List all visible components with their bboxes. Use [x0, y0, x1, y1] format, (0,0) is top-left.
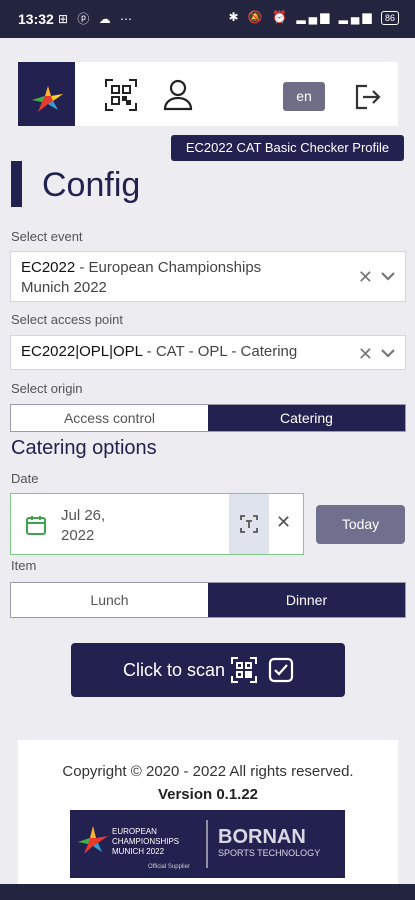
scan-button-label: Click to scan — [123, 660, 226, 680]
qr-code-icon[interactable] — [104, 78, 138, 112]
date-line1: Jul 26, — [61, 507, 106, 524]
date-value: Jul 26, 2022 — [61, 506, 105, 546]
event-select[interactable]: EC2022 - European Championships Munich 2… — [10, 251, 406, 302]
chevron-down-icon[interactable] — [379, 344, 397, 362]
version-text: Version 0.1.22 — [157, 786, 259, 803]
calendar-icon[interactable] — [25, 514, 47, 536]
system-nav-bar — [0, 884, 415, 900]
status-time: 13:32 — [18, 11, 54, 27]
date-label: Date — [11, 471, 39, 486]
sponsor-right-text: BORNAN — [218, 826, 306, 848]
page-title: Config — [42, 166, 141, 204]
date-field[interactable]: Jul 26, 2022 ✕ — [10, 493, 304, 555]
sponsor-left-text: EUROPEAN CHAMPIONSHIPS MUNICH 2022 — [112, 827, 180, 856]
item-dinner[interactable]: Dinner — [208, 583, 405, 617]
battery-icon: 86 — [380, 11, 399, 25]
origin-access-control[interactable]: Access control — [11, 405, 208, 431]
scan-frame-icon[interactable] — [229, 494, 269, 554]
access-point-code: EC2022|OPL|OPL — [21, 343, 143, 360]
chevron-down-icon[interactable] — [379, 267, 397, 285]
event-label: Select event — [11, 229, 83, 244]
status-bar: 13:32 ⊞ ⓟ ☁ ⋯ ✱ 🔕 ⏰ ▂▄▆ ▂▄▆ 86 — [0, 0, 415, 38]
event-name-line2: Munich 2022 — [21, 279, 107, 296]
event-value: EC2022 - European Championships Munich 2… — [21, 258, 261, 298]
language-button[interactable]: en — [283, 82, 325, 111]
copyright-text: Copyright © 2020 - 2022 All rights reser… — [62, 763, 354, 780]
origin-label: Select origin — [11, 381, 83, 396]
sponsor-tag: Official Supplier — [148, 864, 190, 870]
title-accent-bar — [11, 161, 22, 207]
clear-icon[interactable]: ✕ — [276, 512, 291, 533]
date-line2: 2022 — [61, 527, 95, 544]
event-code: EC2022 — [21, 259, 76, 276]
event-name: - European Championships — [75, 259, 262, 276]
qr-code-icon — [230, 656, 258, 684]
access-point-name: - CAT - OPL - Catering — [142, 343, 298, 360]
item-lunch[interactable]: Lunch — [11, 583, 208, 617]
footer: Copyright © 2020 - 2022 All rights reser… — [18, 740, 398, 890]
item-toggle: Lunch Dinner — [10, 582, 406, 618]
catering-options-title: Catering options — [11, 437, 157, 459]
user-icon[interactable] — [161, 78, 195, 112]
app-header: en — [18, 62, 398, 126]
click-to-scan-button[interactable]: Click to scan — [71, 643, 345, 697]
today-button[interactable]: Today — [316, 505, 405, 544]
item-label: Item — [11, 558, 37, 573]
clear-icon[interactable]: ✕ — [358, 267, 373, 288]
app-logo[interactable] — [18, 62, 75, 126]
notification-icons: ⊞ ⓟ ☁ ⋯ — [58, 12, 136, 26]
sponsor-banner: EUROPEAN CHAMPIONSHIPS MUNICH 2022 BORNA… — [70, 810, 345, 878]
origin-catering[interactable]: Catering — [208, 405, 405, 431]
access-point-value: EC2022|OPL|OPL - CAT - OPL - Catering — [21, 342, 297, 362]
access-point-select[interactable]: EC2022|OPL|OPL - CAT - OPL - Catering ✕ — [10, 335, 406, 370]
logout-icon[interactable] — [352, 82, 382, 112]
profile-badge: EC2022 CAT Basic Checker Profile — [171, 135, 404, 161]
origin-toggle: Access control Catering — [10, 404, 406, 432]
system-icons: ✱ 🔕 ⏰ ▂▄▆ ▂▄▆ 86 — [228, 10, 399, 25]
access-point-label: Select access point — [11, 312, 124, 327]
sponsor-right-sub: SPORTS TECHNOLOGY — [218, 848, 321, 858]
system-status-icons: ✱ 🔕 ⏰ ▂▄▆ ▂▄▆ — [228, 10, 375, 24]
clear-icon[interactable]: ✕ — [358, 344, 373, 365]
check-square-icon — [267, 656, 295, 684]
